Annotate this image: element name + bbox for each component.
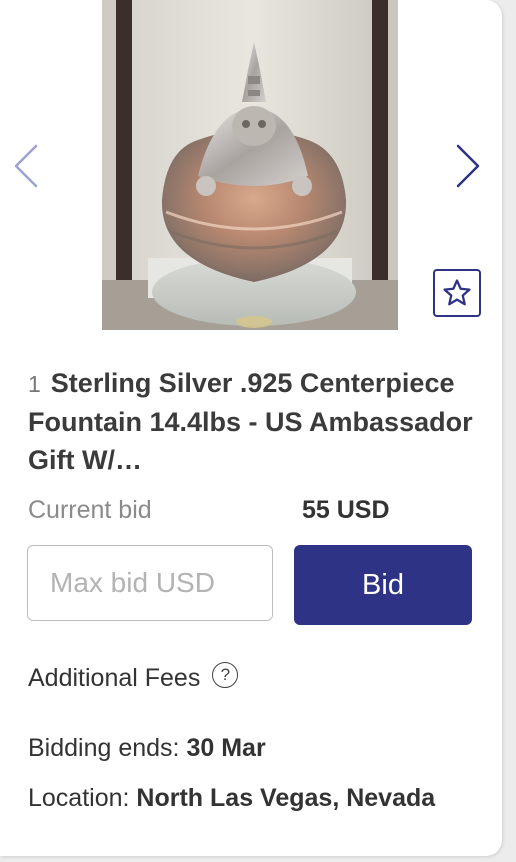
bidding-ends-value: 30 Mar — [186, 734, 266, 762]
question-circle-icon[interactable]: ? — [212, 661, 239, 688]
star-icon — [443, 279, 471, 306]
chevron-left-icon — [14, 144, 38, 188]
favorite-button[interactable] — [433, 269, 481, 317]
bidding-ends-label: Bidding ends: — [28, 734, 180, 762]
bid-button[interactable]: Bid — [294, 545, 472, 625]
max-bid-input[interactable] — [27, 545, 273, 621]
carousel-prev-button[interactable] — [6, 140, 46, 192]
location-label: Location: — [28, 784, 130, 812]
fountain-photo-image — [102, 0, 398, 330]
item-title-text[interactable]: Sterling Silver .925 Centerpiece Fountai… — [28, 368, 473, 475]
current-bid-value: 55 USD — [302, 496, 390, 524]
carousel-next-button[interactable] — [448, 140, 488, 192]
image-carousel — [0, 0, 502, 332]
lot-number: 1 — [28, 371, 41, 397]
location-value: North Las Vegas, Nevada — [136, 784, 436, 812]
chevron-right-icon — [456, 144, 480, 188]
listing-card: 1 Sterling Silver .925 Centerpiece Founta… — [0, 0, 502, 856]
bidding-ends: Bidding ends: 30 Mar — [28, 734, 266, 763]
additional-fees-label: Additional Fees — [28, 664, 201, 692]
location: Location: North Las Vegas, Nevada — [28, 784, 435, 813]
item-photo[interactable] — [102, 0, 398, 330]
item-title[interactable]: 1 Sterling Silver .925 Centerpiece Founta… — [28, 364, 478, 479]
current-bid-label: Current bid — [28, 496, 152, 524]
additional-fees[interactable]: Additional Fees ? — [28, 661, 239, 693]
